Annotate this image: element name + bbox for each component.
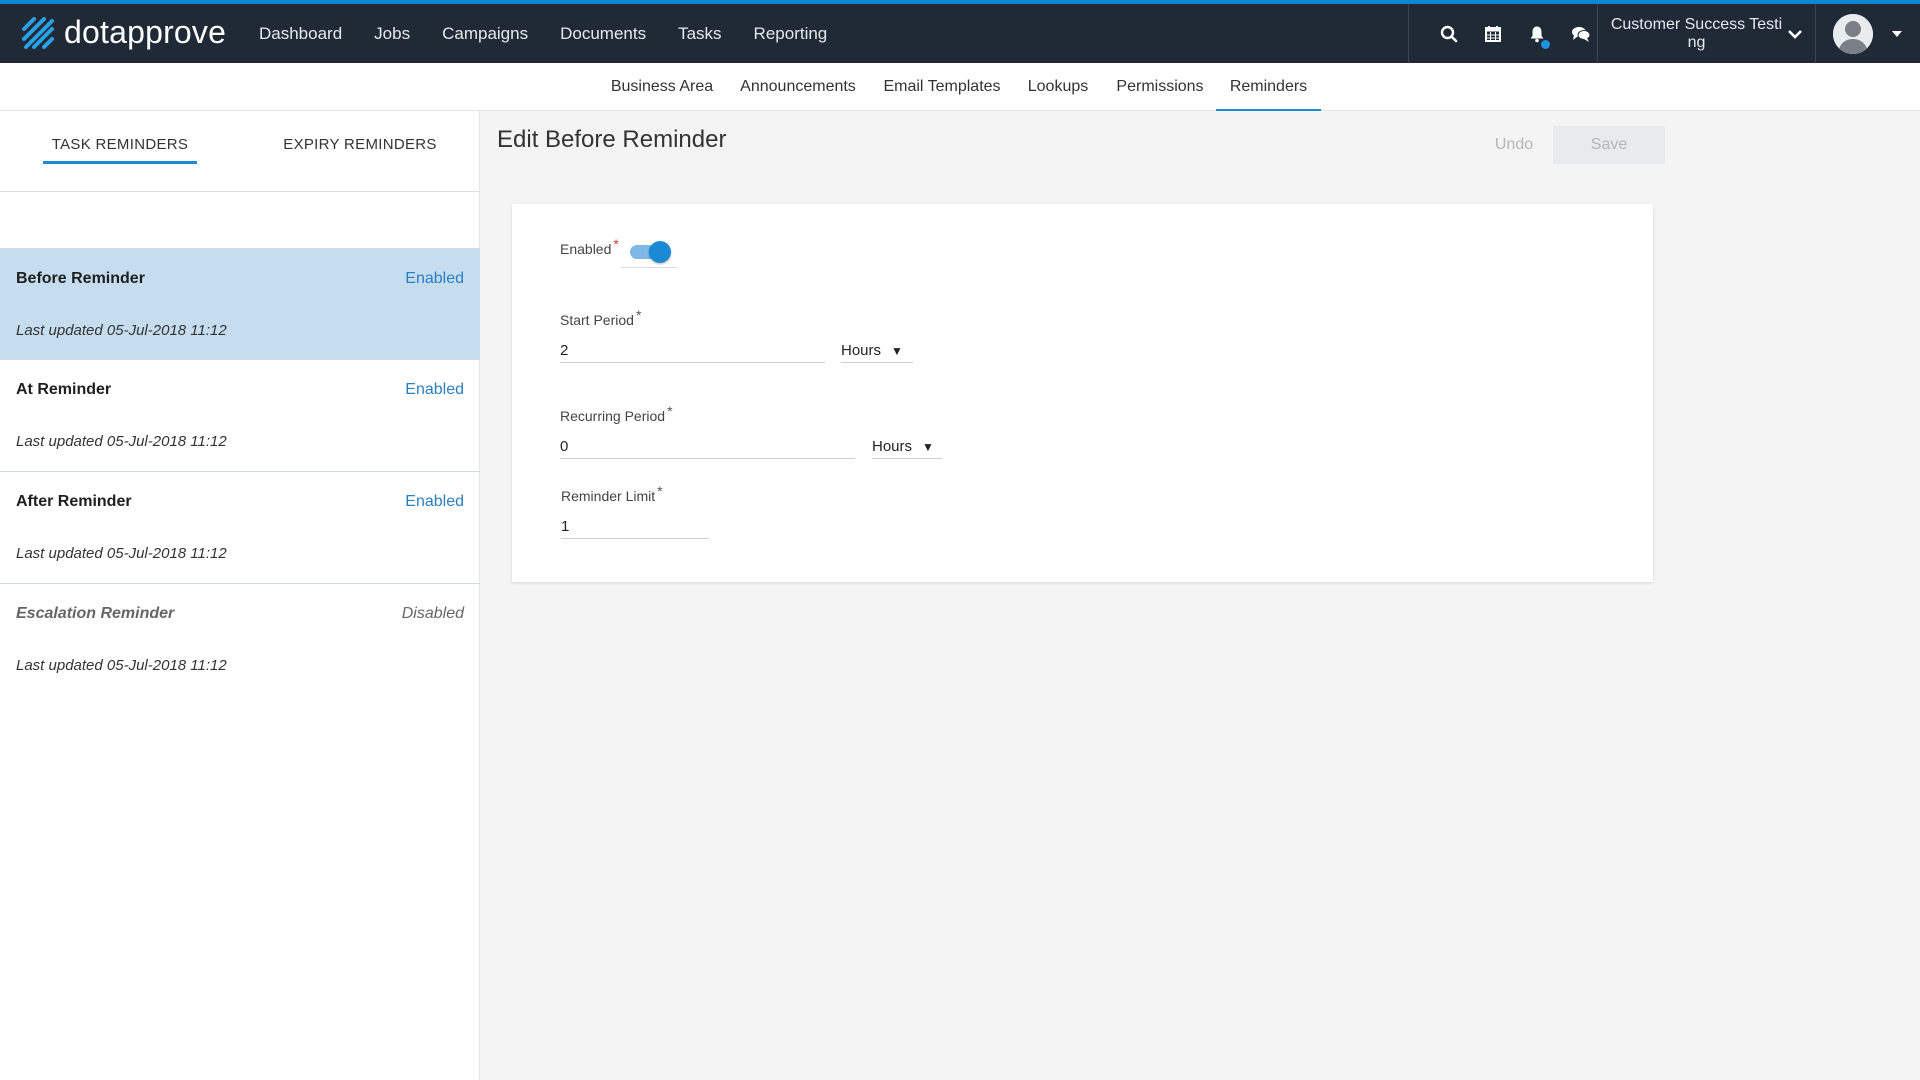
reminder-tabs: TASK REMINDERS EXPIRY REMINDERS <box>0 111 479 192</box>
required-mark: * <box>635 307 642 323</box>
reminder-name: At Reminder <box>16 381 112 398</box>
list-item[interactable]: Before Reminder Enabled Last updated 05-… <box>0 248 480 360</box>
reminder-name: Before Reminder <box>16 270 145 287</box>
avatar-menu[interactable] <box>1815 4 1920 63</box>
undo-button[interactable]: Undo <box>1470 126 1558 164</box>
subnav-lookups[interactable]: Lookups <box>1022 63 1094 111</box>
required-mark: * <box>657 483 663 499</box>
tab-task-reminders[interactable]: TASK REMINDERS <box>43 136 197 164</box>
nav-dashboard[interactable]: Dashboard <box>259 24 342 44</box>
reminder-status: Disabled <box>401 605 464 622</box>
logo-text: dotapprove <box>64 14 227 50</box>
recurring-period-label: Recurring Period * <box>560 403 673 424</box>
chevron-down-icon <box>1787 29 1802 39</box>
recurring-period-unit-select[interactable]: Hours ▼ <box>872 435 942 459</box>
start-period-unit-value: Hours <box>841 342 882 359</box>
settings-subnav: Business Area Announcements Email Templa… <box>0 63 1920 111</box>
avatar <box>1833 13 1873 54</box>
calendar-button[interactable] <box>1471 4 1515 63</box>
enabled-label-text: Enabled <box>560 241 612 257</box>
nav-tasks[interactable]: Tasks <box>678 24 721 44</box>
caret-down-icon: ▼ <box>891 343 903 358</box>
caret-down-icon: ▼ <box>922 439 934 454</box>
enabled-toggle[interactable] <box>626 238 674 266</box>
tab-expiry-reminders[interactable]: EXPIRY REMINDERS <box>282 136 438 153</box>
recurring-period-input[interactable] <box>560 435 855 459</box>
chat-icon <box>1572 26 1591 42</box>
list-item[interactable]: Escalation Reminder Disabled Last update… <box>0 584 480 696</box>
user-name: Customer Success Testing <box>1610 15 1783 51</box>
subnav-permissions[interactable]: Permissions <box>1110 63 1210 111</box>
reminder-updated: Last updated 05-Jul-2018 11:12 <box>16 322 227 339</box>
notification-dot <box>1541 40 1550 49</box>
toggle-underline <box>621 267 677 268</box>
subnav-announcements[interactable]: Announcements <box>733 63 863 111</box>
reminder-limit-label: Reminder Limit * <box>561 483 663 504</box>
edit-form-card: Enabled* Start Period* Hours ▼ Recurring… <box>512 204 1653 582</box>
required-mark: * <box>613 236 619 252</box>
subnav-reminders[interactable]: Reminders <box>1216 63 1321 111</box>
reminder-name: Escalation Reminder <box>16 605 175 622</box>
logo[interactable]: dotapprove <box>20 14 226 51</box>
toggle-knob <box>649 241 671 263</box>
start-period-unit-select[interactable]: Hours ▼ <box>841 339 913 363</box>
user-menu[interactable]: Customer Success Testing <box>1597 4 1815 63</box>
reminder-limit-label-text: Reminder Limit <box>561 488 656 504</box>
save-button[interactable]: Save <box>1553 126 1665 164</box>
required-mark: * <box>667 403 673 419</box>
reminder-updated: Last updated 05-Jul-2018 11:12 <box>16 657 227 674</box>
reminders-sidebar: TASK REMINDERS EXPIRY REMINDERS Before R… <box>0 111 480 1080</box>
reminder-limit-input[interactable] <box>561 515 709 539</box>
search-button[interactable] <box>1427 4 1471 63</box>
reminder-updated: Last updated 05-Jul-2018 11:12 <box>16 433 227 450</box>
reminder-status: Enabled <box>405 493 464 510</box>
user-silhouette-icon <box>1833 13 1873 54</box>
list-item[interactable]: At Reminder Enabled Last updated 05-Jul-… <box>0 360 480 472</box>
nav-campaigns[interactable]: Campaigns <box>442 24 528 44</box>
header-icons <box>1408 4 1603 63</box>
reminder-list: Before Reminder Enabled Last updated 05-… <box>0 248 480 696</box>
start-period-label: Start Period * <box>560 307 641 328</box>
subnav-business-area[interactable]: Business Area <box>605 63 719 111</box>
caret-down-icon <box>1892 30 1902 37</box>
calendar-icon <box>1485 25 1501 42</box>
reminder-status: Enabled <box>405 270 464 287</box>
main-nav: Dashboard Jobs Campaigns Documents Tasks… <box>259 4 859 63</box>
list-item[interactable]: After Reminder Enabled Last updated 05-J… <box>0 472 480 584</box>
recurring-period-label-text: Recurring Period <box>560 408 666 424</box>
reminder-name: After Reminder <box>16 493 132 510</box>
reminder-status: Enabled <box>405 381 464 398</box>
nav-reporting[interactable]: Reporting <box>754 24 828 44</box>
recurring-period-unit-value: Hours <box>872 438 913 455</box>
logo-icon <box>22 16 54 49</box>
search-icon <box>1440 25 1458 42</box>
nav-jobs[interactable]: Jobs <box>374 24 410 44</box>
enabled-label: Enabled * <box>560 236 619 257</box>
start-period-label-text: Start Period <box>560 312 634 328</box>
notifications-button[interactable] <box>1515 4 1559 63</box>
page-title: Edit Before Reminder <box>497 126 727 153</box>
reminder-updated: Last updated 05-Jul-2018 11:12 <box>16 545 227 562</box>
nav-documents[interactable]: Documents <box>560 24 646 44</box>
start-period-input[interactable] <box>560 339 825 363</box>
top-navbar: dotapprove Dashboard Jobs Campaigns Docu… <box>0 0 1920 63</box>
subnav-email-templates[interactable]: Email Templates <box>877 63 1007 111</box>
